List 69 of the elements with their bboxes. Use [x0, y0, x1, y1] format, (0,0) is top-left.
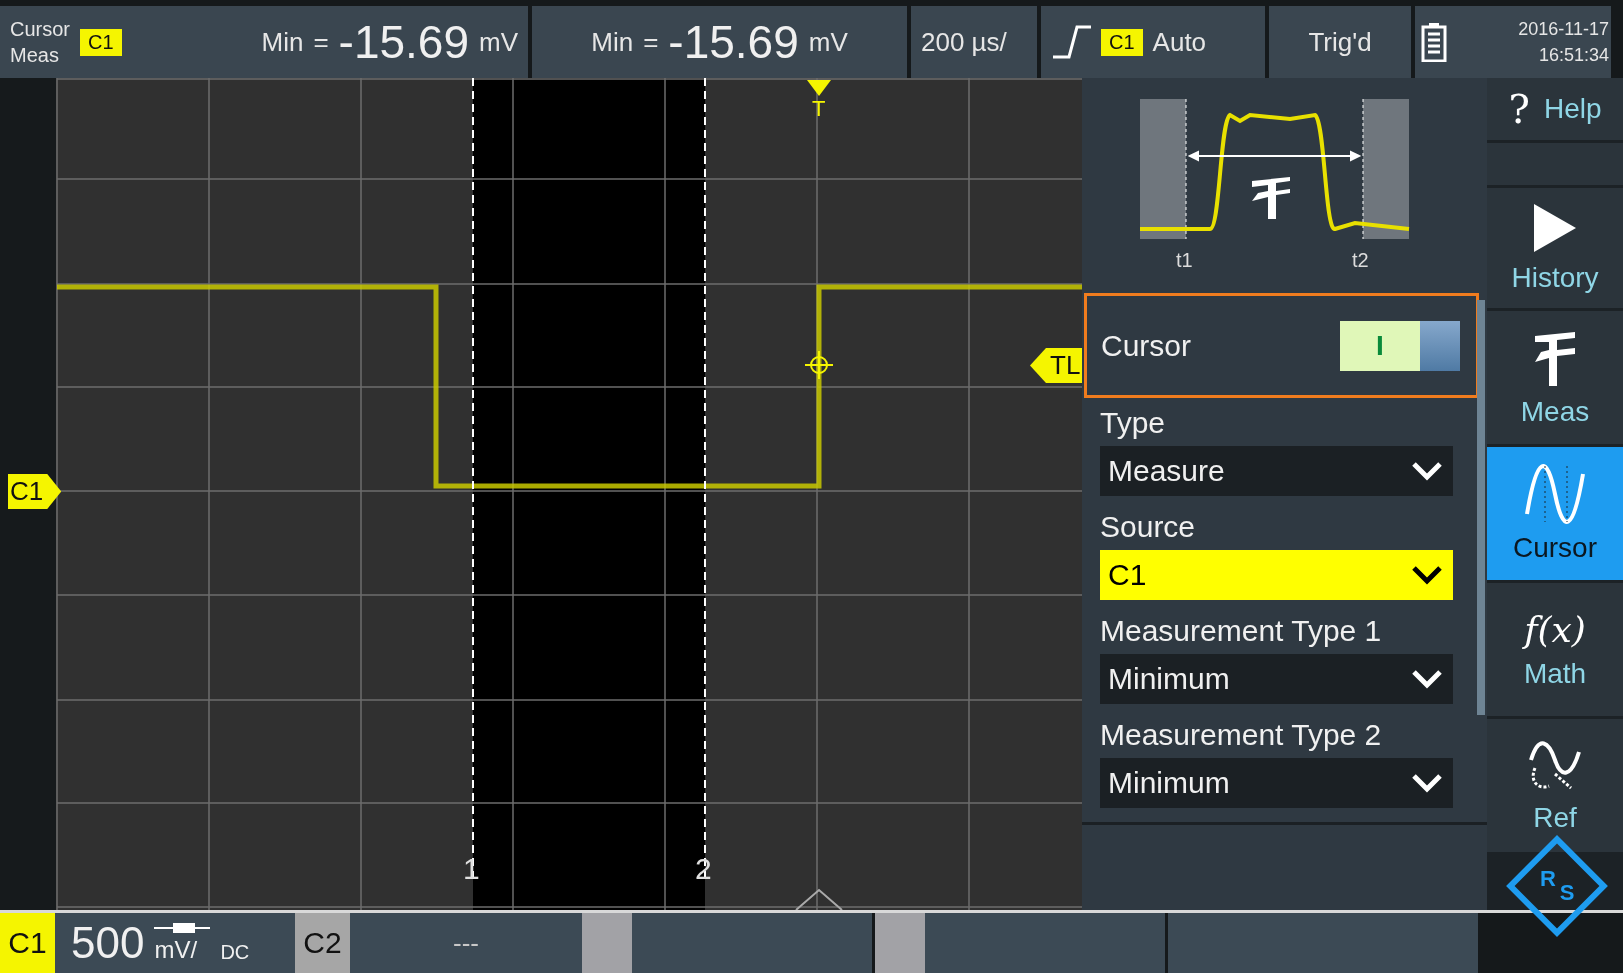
chevron-down-icon [1411, 669, 1443, 689]
menu-button[interactable]: Cursor [1487, 447, 1623, 580]
menu-button[interactable]: Meas [1487, 311, 1623, 444]
trigger-position-marker [795, 888, 843, 910]
cursor-line[interactable] [704, 78, 706, 879]
channel-badge[interactable]: C1 [0, 913, 55, 973]
dropdown[interactable]: Minimum [1100, 654, 1453, 704]
date-readout: 2016-11-17 [1518, 18, 1609, 41]
chevron-down-icon [1411, 565, 1443, 585]
channel-marker[interactable]: C1 [8, 474, 62, 509]
coupling-label: DC [220, 940, 250, 964]
chevron-down-icon [1411, 773, 1443, 793]
crosshair-marker [804, 350, 834, 380]
caliper-icon [1251, 176, 1290, 219]
scrollbar[interactable] [1477, 300, 1485, 715]
sine-cursor-icon [1525, 463, 1585, 524]
field-label: Measurement Type 1 [1100, 614, 1383, 648]
logo-letter: R [1539, 866, 1556, 893]
probe-icon [154, 922, 211, 934]
channel-badge[interactable]: C2 [295, 913, 350, 973]
mode-label: Cursor [10, 17, 70, 42]
logo-letter: S [1559, 880, 1575, 906]
menu-button[interactable]: Ref [1487, 719, 1623, 852]
menu-button[interactable]: f(x) Math [1487, 583, 1623, 716]
spacer-block [582, 913, 632, 973]
trigger-mode[interactable]: Auto [1152, 26, 1207, 58]
readout-unit: mV [479, 26, 518, 58]
trigger-status: Trig'd [1308, 26, 1372, 58]
chevron-down-icon [1411, 461, 1443, 481]
play-icon [1532, 202, 1578, 254]
scale-unit: mV/ [154, 936, 198, 964]
vertical-scale[interactable]: --- [453, 927, 479, 959]
readout-label: Min [591, 26, 634, 58]
menu-button[interactable]: History [1487, 188, 1623, 308]
empty-slot[interactable] [1168, 913, 1478, 973]
readout-label: Min [261, 26, 304, 58]
vertical-scale[interactable]: 500 [71, 918, 145, 968]
timebase-readout[interactable]: 200 µs/ [921, 26, 1007, 58]
rising-edge-icon [1051, 25, 1091, 59]
field-label: Type [1100, 406, 1167, 440]
cursor-label: t2 [1351, 248, 1369, 271]
mode-label: Meas [10, 43, 60, 68]
dropdown[interactable]: Measure [1100, 446, 1453, 496]
readout-value: -15.69 [338, 15, 469, 69]
help-button[interactable]: ? Help [1487, 78, 1623, 140]
trigger-level-marker[interactable]: TL [1030, 348, 1085, 383]
cursor-label: 1 [463, 852, 480, 886]
cursor-label: 2 [695, 852, 712, 886]
menu-button[interactable] [1487, 143, 1623, 185]
field-label: Measurement Type 2 [1100, 718, 1383, 752]
spacer-block [875, 913, 925, 973]
equals-sign: = [313, 26, 329, 58]
channel-info-panel[interactable]: 500 mV/ DC [55, 913, 295, 973]
channel-info-panel[interactable]: --- [350, 913, 582, 973]
cursor-switch[interactable]: I [1340, 320, 1460, 371]
trigger-marker: T [812, 96, 826, 122]
channel-badge: C1 [1101, 28, 1143, 56]
cursor-label: t1 [1175, 248, 1193, 271]
time-readout: 16:51:34 [1538, 44, 1609, 67]
equals-sign: = [643, 26, 659, 58]
dropdown[interactable]: Minimum [1100, 758, 1453, 808]
dropdown[interactable]: C1 [1100, 550, 1453, 600]
cursor-toggle-label: Cursor [1101, 328, 1191, 363]
battery-icon [1421, 22, 1447, 62]
readout-unit: mV [808, 26, 848, 58]
trigger-position-marker [807, 80, 831, 96]
readout-value: -15.69 [668, 15, 799, 69]
channel-badge: C1 [80, 28, 122, 56]
field-label: Source [1100, 510, 1197, 544]
